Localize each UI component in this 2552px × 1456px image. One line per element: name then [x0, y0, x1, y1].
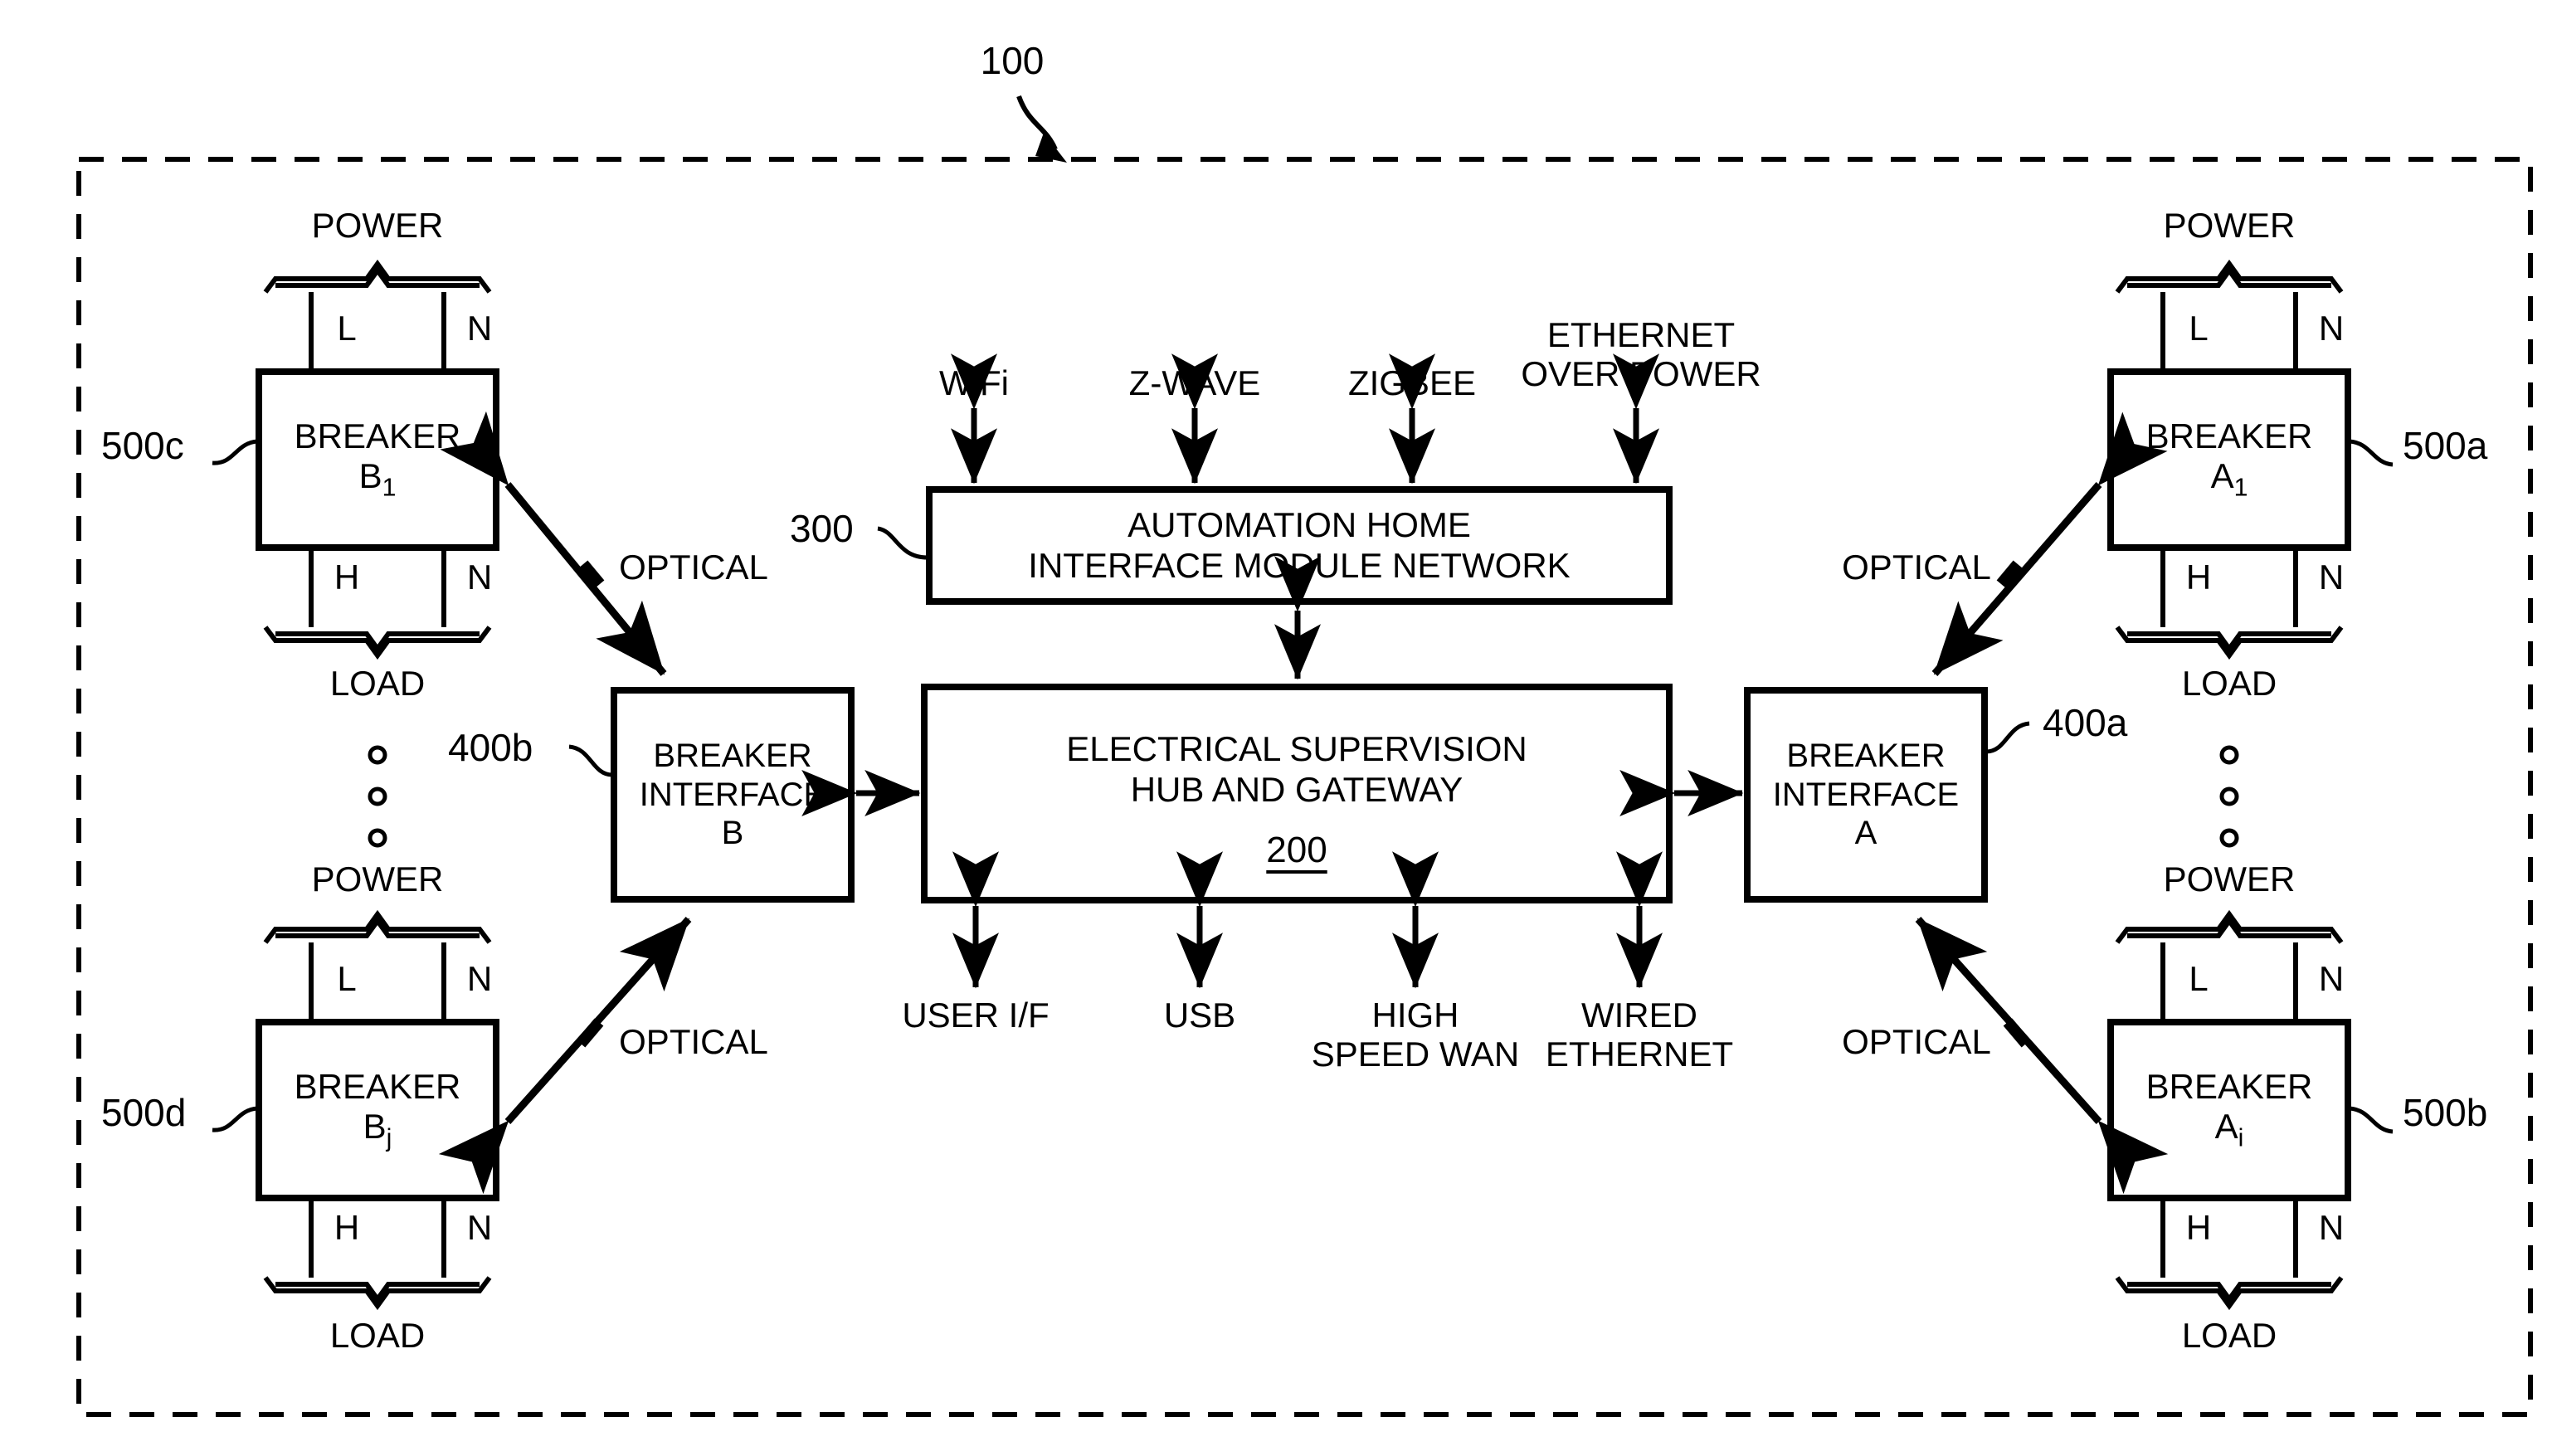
ellipsis-left — [368, 745, 387, 848]
breaker-bj-name: BREAKER — [294, 1066, 461, 1106]
breaker-ai-id: Ai — [2214, 1107, 2244, 1153]
breaker-interface-b-line1: BREAKER — [653, 738, 812, 775]
breaker-b1-terminal-n-bot: N — [466, 558, 493, 597]
hub-text: ELECTRICAL SUPERVISION HUB AND GATEWAY — [924, 695, 1669, 845]
optical-link-bj — [438, 917, 692, 1195]
optical-label-a1: OPTICAL — [1842, 548, 1991, 587]
automation-network-line2: INTERFACE MODULE NETWORK — [1028, 545, 1571, 585]
label-wired-ethernet: WIRED ETHERNET — [1545, 996, 1734, 1074]
ref-500d-leader — [212, 1106, 258, 1132]
breaker-bj-load-brace — [263, 1276, 492, 1311]
ref-500c-label: 500c — [101, 424, 184, 467]
ref-500b-leader — [2349, 1106, 2394, 1134]
breaker-ai-power-label: POWER — [2163, 859, 2296, 898]
breaker-interface-a-line2: INTERFACE — [1772, 776, 1960, 813]
breaker-a1-power-label: POWER — [2163, 206, 2296, 245]
breaker-ai-terminal-l: L — [2189, 959, 2209, 998]
breaker-a1-terminal-l: L — [2189, 309, 2209, 348]
breaker-ai-terminal-n-top: N — [2318, 959, 2345, 998]
optical-label-b1: OPTICAL — [619, 548, 768, 587]
ref-100-label: 100 — [980, 39, 1045, 82]
breaker-interface-a-line1: BREAKER — [1786, 738, 1946, 775]
breaker-a1-text: BREAKER A1 — [2111, 372, 2348, 548]
ref-500c-leader — [212, 439, 258, 465]
ref-500b-label: 500b — [2403, 1091, 2488, 1134]
ellipsis-right — [2219, 745, 2239, 848]
breaker-a1-load-label: LOAD — [2181, 664, 2277, 703]
breaker-ai-load-brace — [2115, 1276, 2344, 1311]
breaker-a1-name: BREAKER — [2145, 416, 2313, 455]
breaker-a1-power-brace — [2115, 259, 2344, 294]
label-usb: USB — [1163, 996, 1236, 1035]
optical-tick-bj — [576, 1018, 604, 1048]
ref-400b-leader — [568, 744, 613, 777]
breaker-ai-text: BREAKER Ai — [2111, 1022, 2348, 1198]
breaker-a1-load-brace — [2115, 626, 2344, 660]
ref-500d-label: 500d — [101, 1091, 187, 1134]
breaker-ai-terminal-n-bot: N — [2318, 1208, 2345, 1247]
breaker-b1-load-brace — [263, 626, 492, 660]
ref-300-label: 300 — [790, 507, 854, 550]
breaker-bj-terminal-n-top: N — [466, 959, 493, 998]
label-ethernet-over-power: ETHERNET OVER POWER — [1521, 315, 1761, 394]
hub-line2: HUB AND GATEWAY — [1130, 770, 1464, 809]
breaker-ai-terminal-h: H — [2185, 1208, 2212, 1247]
ref-400a-leader — [1985, 721, 2030, 754]
breaker-bj-terminal-l: L — [337, 959, 357, 998]
breaker-interface-b-line3: B — [721, 815, 744, 852]
breaker-ai-power-brace — [2115, 909, 2344, 944]
breaker-b1-terminal-h: H — [334, 558, 360, 597]
label-zwave: Z-WAVE — [1128, 363, 1261, 402]
ref-300-leader — [877, 526, 928, 560]
breaker-b1-power-brace — [263, 259, 492, 294]
label-wifi: WiFi — [939, 363, 1009, 402]
ref-500a-label: 500a — [2403, 424, 2488, 467]
breaker-b1-load-label: LOAD — [329, 664, 426, 703]
breaker-interface-a-text: BREAKER INTERFACE A — [1747, 690, 1985, 899]
ref-400b-label: 400b — [448, 726, 533, 769]
breaker-b1-power-label: POWER — [311, 206, 444, 245]
ref-500a-leader — [2349, 439, 2394, 467]
label-user-if: USER I/F — [902, 996, 1050, 1035]
patent-figure: 100 WiFi Z-WAVE ZIGBEE ETHERNET OVER POW… — [0, 0, 2552, 1456]
label-high-speed-wan: HIGH SPEED WAN — [1311, 996, 1520, 1074]
hub-ref-200: 200 — [1266, 830, 1327, 870]
automation-network-text: AUTOMATION HOME INTERFACE MODULE NETWORK — [929, 489, 1669, 601]
breaker-a1-terminal-n-top: N — [2318, 309, 2345, 348]
label-zigbee: ZIGBEE — [1347, 363, 1477, 402]
breaker-b1-terminal-l: L — [337, 309, 357, 348]
breaker-b1-id: B1 — [358, 456, 397, 503]
breaker-bj-power-brace — [263, 909, 492, 944]
breaker-bj-id: Bj — [363, 1107, 392, 1153]
breaker-bj-load-label: LOAD — [329, 1316, 426, 1355]
breaker-bj-power-label: POWER — [311, 859, 444, 898]
breaker-bj-terminal-n-bot: N — [466, 1208, 493, 1247]
optical-link-ai — [1915, 917, 2169, 1195]
optical-label-bj: OPTICAL — [619, 1022, 768, 1061]
breaker-interface-b-line2: INTERFACE — [639, 776, 826, 813]
breaker-b1-name: BREAKER — [294, 416, 461, 455]
automation-network-line1: AUTOMATION HOME — [1127, 504, 1471, 544]
breaker-a1-terminal-h: H — [2185, 558, 2212, 597]
optical-tick-ai — [2003, 1018, 2031, 1048]
breaker-bj-terminal-h: H — [334, 1208, 360, 1247]
breaker-b1-terminal-n-top: N — [466, 309, 493, 348]
breaker-interface-a-line3: A — [1854, 815, 1877, 852]
breaker-a1-terminal-n-bot: N — [2318, 558, 2345, 597]
breaker-b1-text: BREAKER B1 — [259, 372, 496, 548]
optical-label-ai: OPTICAL — [1842, 1022, 1991, 1061]
ref-400a-label: 400a — [2043, 701, 2128, 744]
breaker-ai-load-label: LOAD — [2181, 1316, 2277, 1355]
breaker-a1-id: A1 — [2210, 456, 2248, 503]
hub-line1: ELECTRICAL SUPERVISION — [1066, 729, 1527, 769]
breaker-ai-name: BREAKER — [2145, 1066, 2313, 1106]
breaker-interface-b-text: BREAKER INTERFACE B — [614, 690, 851, 899]
breaker-bj-text: BREAKER Bj — [259, 1022, 496, 1198]
